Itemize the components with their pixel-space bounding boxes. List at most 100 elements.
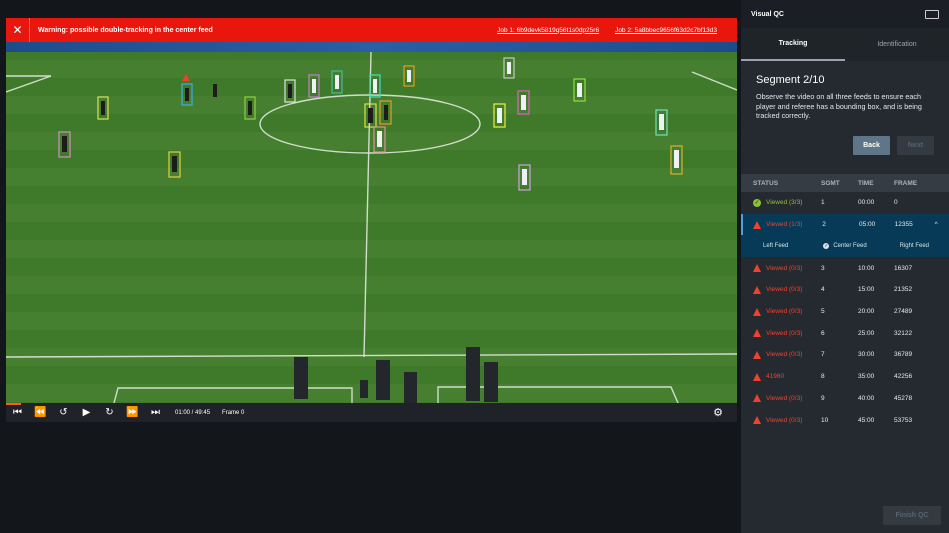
row-time: 45:00 bbox=[858, 416, 875, 424]
header-time: TIME bbox=[858, 179, 874, 187]
segments-table: STATUS SGMT TIME FRAME ✓ Viewed (3/3) 1 0… bbox=[741, 174, 949, 431]
warning-icon bbox=[753, 394, 761, 403]
row-time: 25:00 bbox=[858, 329, 875, 337]
row-status: Viewed (0/3) bbox=[766, 286, 803, 294]
chevron-up-icon[interactable]: ^ bbox=[923, 221, 949, 228]
row-status: Viewed (0/3) bbox=[766, 264, 803, 272]
finish-qc-button[interactable]: Finish QC bbox=[883, 506, 941, 525]
table-row[interactable]: ✓ Viewed (3/3) 1 00:00 0 bbox=[741, 192, 949, 214]
header-sgmt: SGMT bbox=[821, 179, 840, 187]
back-5s-icon[interactable]: ↺ bbox=[52, 407, 75, 418]
row-status: 41960 bbox=[766, 373, 785, 381]
row-time: 35:00 bbox=[858, 373, 875, 381]
row-sgmt: 8 bbox=[821, 373, 825, 381]
row-frame: 12355 bbox=[894, 221, 913, 229]
right-feed[interactable]: Right Feed bbox=[880, 243, 949, 249]
table-row[interactable]: Viewed (0/3) 3 10:00 16307 bbox=[741, 257, 949, 279]
check-icon: ✓ bbox=[823, 243, 830, 250]
play-icon[interactable]: ▶ bbox=[75, 407, 98, 418]
table-row[interactable]: Viewed (0/3) 5 20:00 27489 bbox=[741, 301, 949, 323]
row-sgmt: 9 bbox=[821, 394, 825, 402]
skip-start-icon[interactable]: ⏮ bbox=[6, 407, 29, 418]
row-status: Viewed (3/3) bbox=[766, 199, 803, 207]
segment-title: Segment 2/10 bbox=[756, 74, 825, 86]
forward-5s-icon[interactable]: ↻ bbox=[98, 407, 121, 418]
fast-forward-icon[interactable]: ⏩ bbox=[121, 407, 144, 418]
header-frame: FRAME bbox=[894, 179, 918, 187]
row-sgmt: 1 bbox=[821, 199, 825, 207]
row-time: 30:00 bbox=[858, 351, 875, 359]
job2-link[interactable]: Job 2: 5a8bbec9656f63d2c7bf13d3 bbox=[615, 27, 717, 34]
progress-bar[interactable] bbox=[6, 403, 21, 405]
row-time: 20:00 bbox=[858, 308, 875, 316]
center-feed-label: Center Feed bbox=[833, 243, 867, 250]
row-frame: 0 bbox=[894, 199, 898, 207]
warning-icon bbox=[753, 350, 761, 359]
warning-icon bbox=[753, 329, 761, 338]
row-time: 00:00 bbox=[858, 199, 875, 207]
segment-description: Observe the video on all three feeds to … bbox=[756, 92, 922, 120]
frame-readout: Frame 0 bbox=[222, 409, 245, 416]
table-row[interactable]: 41960 8 35:00 42256 bbox=[741, 366, 949, 388]
row-time: 15:00 bbox=[858, 286, 875, 294]
row-status: Viewed (0/3) bbox=[766, 351, 803, 359]
tab-identification[interactable]: Identification bbox=[845, 28, 949, 61]
row-sgmt: 7 bbox=[821, 351, 825, 359]
warning-icon bbox=[753, 307, 761, 316]
warning-icon bbox=[753, 285, 761, 294]
row-frame: 45278 bbox=[894, 394, 913, 402]
row-sgmt: 6 bbox=[821, 329, 825, 337]
rewind-icon[interactable]: ⏪ bbox=[29, 407, 52, 418]
check-icon: ✓ bbox=[753, 198, 761, 207]
tab-tracking[interactable]: Tracking bbox=[741, 28, 845, 61]
next-button[interactable]: Next bbox=[897, 135, 934, 155]
row-status: Viewed (0/3) bbox=[766, 308, 803, 316]
skip-end-icon[interactable]: ⏭ bbox=[144, 407, 167, 418]
back-button[interactable]: Back bbox=[853, 135, 890, 155]
row-frame: 53753 bbox=[894, 416, 913, 424]
row-status: Viewed (0/3) bbox=[766, 394, 803, 402]
row-frame: 16307 bbox=[894, 264, 913, 272]
table-header: STATUS SGMT TIME FRAME bbox=[741, 174, 949, 192]
warning-icon bbox=[753, 264, 761, 273]
warning-banner: ✕ Warning: possible double-tracking in t… bbox=[6, 18, 737, 42]
row-status: Viewed (0/3) bbox=[766, 329, 803, 337]
visual-qc-app: ✕ Warning: possible double-tracking in t… bbox=[0, 0, 949, 533]
row-frame: 42256 bbox=[894, 373, 913, 381]
row-time: 10:00 bbox=[858, 264, 875, 272]
row-sgmt: 2 bbox=[822, 221, 826, 229]
table-row[interactable]: Viewed (0/3) 4 15:00 21352 bbox=[741, 279, 949, 301]
row-status: Viewed (1/3) bbox=[766, 221, 803, 229]
table-row[interactable]: Viewed (0/3) 7 30:00 36789 bbox=[741, 344, 949, 366]
center-feed[interactable]: ✓ Center Feed bbox=[810, 243, 879, 250]
row-frame: 32122 bbox=[894, 329, 913, 337]
player-controls: ⏮ ⏪ ↺ ▶ ↻ ⏩ ⏭ 01:00 / 49:45 Frame 0 ⚙ bbox=[6, 403, 737, 422]
row-frame: 36789 bbox=[894, 351, 913, 359]
warning-message: Warning: possible double-tracking in the… bbox=[38, 26, 213, 34]
panel-header: Visual QC bbox=[741, 0, 949, 28]
close-icon[interactable]: ✕ bbox=[6, 18, 30, 42]
row-sgmt: 4 bbox=[821, 286, 825, 294]
row-sgmt: 10 bbox=[821, 416, 829, 424]
table-row[interactable]: Viewed (0/3) 10 45:00 53753 bbox=[741, 409, 949, 431]
row-frame: 27489 bbox=[894, 308, 913, 316]
time-readout: 01:00 / 49:45 bbox=[175, 409, 211, 416]
row-frame: 21352 bbox=[894, 286, 913, 294]
panel-title: Visual QC bbox=[751, 10, 784, 18]
table-row-active[interactable]: Viewed (1/3) 2 05:00 12355 ^ bbox=[741, 213, 949, 236]
table-row[interactable]: Viewed (0/3) 9 40:00 45278 bbox=[741, 388, 949, 410]
gear-icon[interactable]: ⚙ bbox=[713, 406, 723, 419]
row-time: 40:00 bbox=[858, 394, 875, 402]
table-row[interactable]: Viewed (0/3) 6 25:00 32122 bbox=[741, 322, 949, 344]
warning-icon bbox=[753, 220, 761, 229]
warning-icon bbox=[753, 416, 761, 425]
video-frame[interactable] bbox=[6, 42, 737, 403]
row-time: 05:00 bbox=[858, 221, 876, 229]
feeds-row: Left Feed ✓ Center Feed Right Feed bbox=[741, 235, 949, 258]
job1-link[interactable]: Job 1: 6b9devk5819q56t1s0dp25r6 bbox=[497, 27, 599, 34]
panel-tabs: Tracking Identification bbox=[741, 28, 949, 61]
left-feed[interactable]: Left Feed bbox=[741, 243, 810, 249]
warning-icon bbox=[753, 372, 761, 381]
keyboard-icon[interactable] bbox=[925, 9, 939, 19]
qc-panel: Visual QC Tracking Identification Segmen… bbox=[741, 0, 949, 533]
